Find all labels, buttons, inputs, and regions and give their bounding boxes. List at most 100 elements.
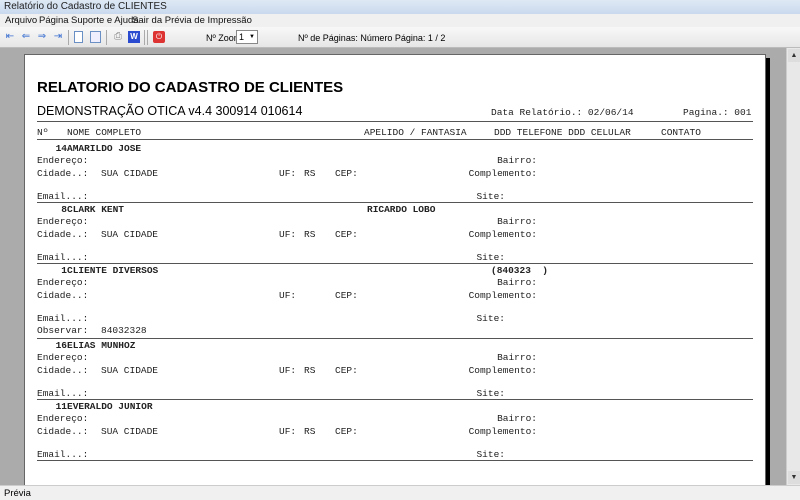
vertical-scrollbar[interactable]: ▲ ▼ [786, 48, 800, 485]
site-label: Site: [476, 191, 505, 202]
record-name: CLARK KENT [67, 204, 125, 215]
last-page-icon[interactable]: ⇥ [52, 31, 64, 43]
record-divider [37, 460, 753, 461]
uf-label: UF: [279, 168, 297, 179]
record-uf: RS [304, 229, 316, 240]
email-label: Email...: [37, 388, 89, 399]
cep-label: CEP: [335, 290, 358, 301]
col-contact: CONTATO [661, 127, 701, 138]
menu-arquivo[interactable]: Arquivo [5, 15, 37, 26]
complement-label: Complemento: [468, 168, 537, 179]
site-label: Site: [476, 449, 505, 460]
report-date: Data Relatório.: 02/06/14 [491, 107, 634, 118]
record-name: EVERALDO JUNIOR [67, 401, 153, 412]
title-bar: Relatório do Cadastro de CLIENTES [0, 0, 800, 14]
record-num: 16 [55, 340, 67, 351]
record-num: 1 [61, 265, 67, 276]
complement-label: Complemento: [468, 365, 537, 376]
record-uf: RS [304, 168, 316, 179]
record-obs: 84032328 [101, 325, 147, 336]
menu-suporte[interactable]: Suporte e Ajuda [71, 15, 139, 26]
record-divider [37, 399, 753, 400]
bairro-label: Bairro: [497, 352, 537, 363]
record-name: ELIAS MUNHOZ [67, 340, 136, 351]
record-city: SUA CIDADE [101, 229, 159, 240]
record-city: SUA CIDADE [101, 365, 159, 376]
col-alias: APELIDO / FANTASIA [364, 127, 467, 138]
record-phone: (840323 ) [491, 265, 549, 276]
record-city: SUA CIDADE [101, 168, 159, 179]
uf-label: UF: [279, 365, 297, 376]
menu-pagina[interactable]: Página [39, 15, 69, 26]
uf-label: UF: [279, 426, 297, 437]
window-title: Relatório do Cadastro de CLIENTES [4, 1, 167, 12]
record-num: 8 [61, 204, 67, 215]
next-page-icon[interactable]: ⇒ [36, 31, 48, 43]
cep-label: CEP: [335, 229, 358, 240]
menu-bar: Arquivo Página Suporte e Ajuda Sair da P… [0, 14, 800, 27]
close-preview-icon[interactable]: ⏻ [153, 31, 165, 43]
address-label: Endereço: [37, 413, 89, 424]
record-name: CLIENTE DIVERSOS [67, 265, 159, 276]
single-page-icon[interactable] [74, 31, 83, 43]
menu-sair-previa[interactable]: Sair da Prévia de Impressão [132, 15, 252, 26]
record-city: SUA CIDADE [101, 426, 159, 437]
record-name: AMARILDO JOSE [67, 143, 142, 154]
prev-page-icon[interactable]: ⇐ [20, 31, 32, 43]
city-label: Cidade..: [37, 229, 89, 240]
col-name: NOME COMPLETO [67, 127, 142, 138]
record-uf: RS [304, 426, 316, 437]
bairro-label: Bairro: [497, 216, 537, 227]
complement-label: Complemento: [468, 290, 537, 301]
word-export-icon[interactable]: W [128, 31, 140, 43]
page-count: Nº de Páginas: Número Página: 1 / 2 [298, 33, 446, 43]
col-num: Nº [37, 127, 49, 138]
complement-label: Complemento: [468, 229, 537, 240]
col-phones: DDD TELEFONE DDD CELULAR [494, 127, 631, 138]
address-label: Endereço: [37, 155, 89, 166]
uf-label: UF: [279, 229, 297, 240]
email-label: Email...: [37, 313, 89, 324]
report-subtitle: DEMONSTRAÇÃO OTICA v4.4 300914 010614 [37, 104, 303, 118]
bairro-label: Bairro: [497, 413, 537, 424]
uf-label: UF: [279, 290, 297, 301]
email-label: Email...: [37, 449, 89, 460]
site-label: Site: [476, 313, 505, 324]
record-num: 11 [55, 401, 67, 412]
status-text: Prévia [4, 488, 31, 499]
record-divider [37, 263, 753, 264]
first-page-icon[interactable]: ⇤ [4, 31, 16, 43]
city-label: Cidade..: [37, 365, 89, 376]
city-label: Cidade..: [37, 168, 89, 179]
site-label: Site: [476, 388, 505, 399]
city-label: Cidade..: [37, 426, 89, 437]
complement-label: Complemento: [468, 426, 537, 437]
record-divider [37, 202, 753, 203]
print-icon[interactable]: ⎙ [112, 31, 124, 43]
page-number: Pagina.: 001 [683, 107, 752, 118]
zoom-select[interactable]: 1 ▼ [236, 30, 258, 44]
cep-label: CEP: [335, 168, 358, 179]
city-label: Cidade..: [37, 290, 89, 301]
record-alias: RICARDO LOBO [367, 204, 436, 215]
obs-label: Observar: [37, 325, 89, 336]
two-pages-icon[interactable] [90, 31, 101, 43]
record-num: 14 [55, 143, 67, 154]
address-label: Endereço: [37, 277, 89, 288]
email-label: Email...: [37, 252, 89, 263]
toolbar: ⇤ ⇐ ⇒ ⇥ ⎙ W ⏻ Nº Zoom 1 ▼ Nº de Páginas: … [0, 27, 800, 48]
address-label: Endereço: [37, 352, 89, 363]
report-page: RELATORIO DO CADASTRO DE CLIENTES DEMONS… [24, 54, 766, 485]
bairro-label: Bairro: [497, 277, 537, 288]
record-uf: RS [304, 365, 316, 376]
email-label: Email...: [37, 191, 89, 202]
cep-label: CEP: [335, 426, 358, 437]
bairro-label: Bairro: [497, 155, 537, 166]
preview-area: RELATORIO DO CADASTRO DE CLIENTES DEMONS… [0, 48, 786, 485]
status-bar: Prévia [0, 485, 800, 500]
address-label: Endereço: [37, 216, 89, 227]
record-divider [37, 338, 753, 339]
cep-label: CEP: [335, 365, 358, 376]
report-title: RELATORIO DO CADASTRO DE CLIENTES [37, 79, 344, 96]
site-label: Site: [476, 252, 505, 263]
